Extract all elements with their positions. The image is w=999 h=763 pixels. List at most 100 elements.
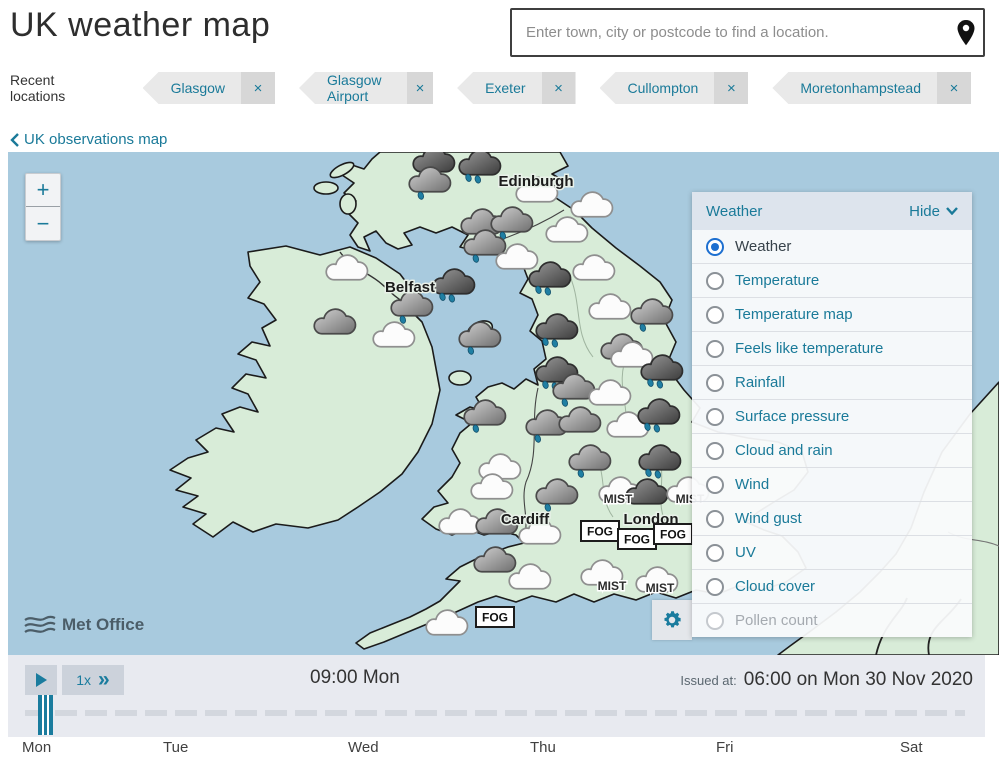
option-label: Rainfall	[735, 374, 785, 391]
anglesey	[449, 371, 471, 385]
chip-label[interactable]: Glasgow Airport	[299, 72, 407, 104]
back-link-label: UK observations map	[24, 131, 167, 148]
timeline-track[interactable]	[25, 710, 965, 716]
city-label: Belfast	[385, 279, 435, 296]
day-label-tue: Tue	[163, 739, 188, 756]
option-label: Feels like temperature	[735, 340, 883, 357]
layer-option-wind[interactable]: Wind	[692, 467, 972, 501]
timeline-bar: 1x » 09:00 Mon Issued at: 06:00 on Mon 3…	[8, 655, 985, 737]
svg-text:FOG: FOG	[624, 533, 650, 547]
recent-locations-label: Recent locations	[10, 72, 109, 104]
radio-button[interactable]	[706, 510, 724, 528]
option-label: Wind gust	[735, 510, 802, 527]
option-label: Temperature	[735, 272, 819, 289]
radio-button[interactable]	[706, 442, 724, 460]
mist-label: MIST	[604, 492, 633, 506]
option-label: Cloud and rain	[735, 442, 833, 459]
option-label: Weather	[735, 238, 791, 255]
layer-option-uv[interactable]: UV	[692, 535, 972, 569]
option-label: Temperature map	[735, 306, 853, 323]
gear-icon	[661, 609, 683, 631]
recent-location-chip[interactable]: Cullompton×	[600, 72, 749, 104]
layer-option-wind-gust[interactable]: Wind gust	[692, 501, 972, 535]
zoom-out-button[interactable]: −	[26, 207, 60, 240]
recent-location-chip[interactable]: Glasgow Airport×	[299, 72, 433, 104]
radio-button[interactable]	[706, 272, 724, 290]
radio-button[interactable]	[706, 408, 724, 426]
chip-label[interactable]: Moretonhampstead	[772, 80, 937, 96]
radio-button[interactable]	[706, 544, 724, 562]
option-label: Pollen count	[735, 612, 818, 629]
mist-label: MIST	[646, 581, 675, 595]
city-label: Edinburgh	[499, 173, 574, 190]
chip-label[interactable]: Exeter	[457, 80, 541, 96]
play-button[interactable]	[25, 665, 57, 695]
island	[340, 194, 356, 214]
radio-button[interactable]	[706, 306, 724, 324]
layer-panel: Weather Hide Weather Temperature Temperatu…	[692, 192, 972, 637]
hide-panel-button[interactable]: Hide	[909, 203, 958, 220]
layer-option-weather[interactable]: Weather	[692, 230, 972, 263]
radio-button[interactable]	[706, 476, 724, 494]
chip-remove-button[interactable]: ×	[407, 72, 433, 104]
met-office-logo-text: Met Office	[62, 615, 144, 635]
chip-remove-button[interactable]: ×	[542, 72, 576, 104]
radio-button	[706, 612, 724, 630]
zoom-in-button[interactable]: +	[26, 174, 60, 207]
weather-map[interactable]: EdinburghBelfastCardiffLondon FOGFOGFOGF…	[8, 152, 999, 655]
radio-button[interactable]	[706, 238, 724, 256]
recent-location-chip[interactable]: Exeter×	[457, 72, 575, 104]
recent-location-chip[interactable]: Glasgow×	[143, 72, 275, 104]
layer-option-feels-like-temperature[interactable]: Feels like temperature	[692, 331, 972, 365]
option-label: Cloud cover	[735, 578, 815, 595]
chip-remove-button[interactable]: ×	[714, 72, 748, 104]
timeline-slider-handle[interactable]	[38, 695, 53, 735]
option-label: UV	[735, 544, 756, 561]
layer-option-cloud-and-rain[interactable]: Cloud and rain	[692, 433, 972, 467]
map-zoom-control: + −	[25, 173, 61, 241]
back-link-uk-observations[interactable]: UK observations map	[10, 131, 167, 148]
fast-forward-icon: »	[98, 667, 110, 693]
search-input[interactable]	[512, 24, 949, 41]
svg-text:FOG: FOG	[587, 525, 613, 539]
back-chevron-icon	[10, 133, 19, 147]
radio-button[interactable]	[706, 340, 724, 358]
day-label-mon: Mon	[22, 739, 51, 756]
day-label-fri: Fri	[716, 739, 734, 756]
layer-option-temperature[interactable]: Temperature	[692, 263, 972, 297]
met-office-waves-icon	[24, 614, 56, 636]
issued-prefix: Issued at:	[680, 673, 736, 688]
hide-label: Hide	[909, 203, 940, 220]
option-label: Wind	[735, 476, 769, 493]
play-icon	[36, 673, 47, 687]
playback-speed-button[interactable]: 1x »	[62, 665, 124, 695]
mist-label: MIST	[598, 579, 627, 593]
city-label: Cardiff	[501, 511, 550, 528]
chip-remove-button[interactable]: ×	[937, 72, 971, 104]
day-label-thu: Thu	[530, 739, 556, 756]
layer-panel-header: Weather Hide	[692, 192, 972, 230]
chip-remove-button[interactable]: ×	[241, 72, 275, 104]
layer-option-surface-pressure[interactable]: Surface pressure	[692, 399, 972, 433]
location-pin-icon[interactable]	[949, 19, 983, 47]
chip-label[interactable]: Glasgow	[143, 80, 241, 96]
fog-label: FOG	[476, 607, 514, 627]
day-label-wed: Wed	[348, 739, 379, 756]
chevron-down-icon	[946, 207, 958, 215]
svg-text:FOG: FOG	[660, 528, 686, 542]
chip-label[interactable]: Cullompton	[600, 80, 715, 96]
page-title: UK weather map	[10, 6, 270, 45]
radio-button[interactable]	[706, 374, 724, 392]
fog-label: FOG	[654, 524, 692, 544]
fog-label: FOG	[618, 529, 656, 549]
layer-option-temperature-map[interactable]: Temperature map	[692, 297, 972, 331]
issued-at: Issued at: 06:00 on Mon 30 Nov 2020	[680, 669, 973, 691]
layer-option-cloud-cover[interactable]: Cloud cover	[692, 569, 972, 603]
layer-panel-title: Weather	[706, 203, 762, 220]
recent-location-chip[interactable]: Moretonhampstead×	[772, 72, 971, 104]
location-search[interactable]	[510, 8, 985, 57]
layer-option-rainfall[interactable]: Rainfall	[692, 365, 972, 399]
radio-button[interactable]	[706, 578, 724, 596]
fog-label: FOG	[581, 521, 619, 541]
map-settings-button[interactable]	[652, 600, 692, 640]
